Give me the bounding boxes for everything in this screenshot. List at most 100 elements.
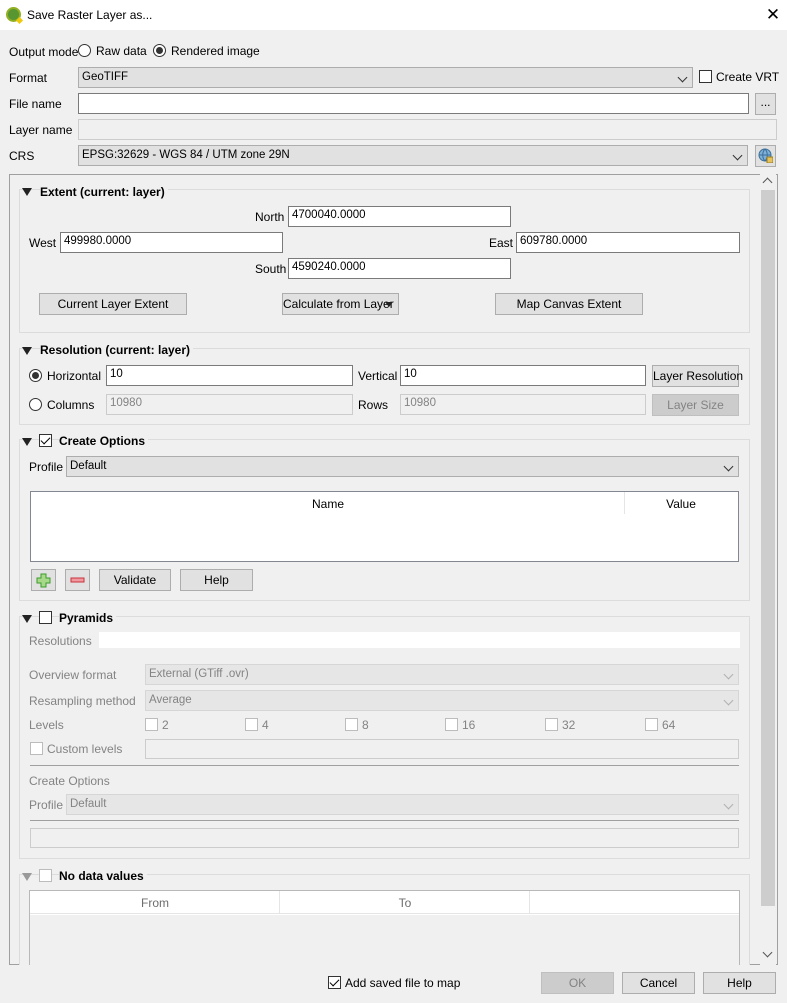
east-label: East bbox=[489, 236, 514, 250]
collapse-triangle-icon[interactable] bbox=[22, 873, 32, 881]
rows-input: 10980 bbox=[400, 394, 646, 415]
west-input[interactable]: 499980.0000 bbox=[60, 232, 283, 253]
crs-selector-button[interactable] bbox=[755, 145, 776, 167]
layer-resolution-button[interactable]: Layer Resolution bbox=[652, 365, 743, 387]
globe-icon bbox=[758, 148, 774, 164]
custom-levels-input bbox=[145, 739, 739, 759]
remove-option-button[interactable] bbox=[65, 569, 90, 591]
crs-select[interactable]: EPSG:32629 - WGS 84 / UTM zone 29N bbox=[78, 145, 748, 166]
browse-button[interactable]: ... bbox=[755, 93, 776, 115]
level-32-checkbox bbox=[545, 718, 558, 731]
layer-size-button: Layer Size bbox=[652, 394, 739, 416]
validate-button[interactable]: Validate bbox=[99, 569, 171, 591]
collapse-triangle-icon[interactable] bbox=[22, 615, 32, 623]
profile-select[interactable]: Default bbox=[66, 456, 739, 477]
horizontal-radio[interactable] bbox=[29, 369, 42, 382]
pyramids-profile-value: Default bbox=[70, 798, 107, 810]
rendered-image-radio[interactable] bbox=[153, 44, 166, 57]
pyramids-options-field bbox=[30, 828, 739, 848]
qgis-logo-icon bbox=[6, 7, 21, 22]
overview-format-label: Overview format bbox=[29, 668, 117, 682]
level-16-checkbox bbox=[445, 718, 458, 731]
map-canvas-extent-button[interactable]: Map Canvas Extent bbox=[495, 293, 643, 315]
plus-icon bbox=[36, 573, 51, 588]
pyramids-create-options-label: Create Options bbox=[29, 774, 110, 788]
west-label: West bbox=[29, 236, 57, 250]
column-divider bbox=[529, 891, 530, 914]
layer-name-label: Layer name bbox=[9, 123, 73, 137]
format-value: GeoTIFF bbox=[82, 71, 129, 83]
extent-group-title: Extent (current: layer) bbox=[40, 185, 168, 199]
column-header-value[interactable]: Value bbox=[625, 497, 737, 511]
raw-data-label: Raw data bbox=[96, 44, 147, 58]
collapse-triangle-icon[interactable] bbox=[22, 438, 32, 446]
overview-format-select: External (GTiff .ovr) bbox=[145, 664, 739, 685]
level-64-label: 64 bbox=[662, 718, 676, 732]
separator bbox=[30, 765, 739, 766]
south-input[interactable]: 4590240.0000 bbox=[288, 258, 511, 279]
resolutions-label: Resolutions bbox=[29, 634, 92, 648]
rendered-image-label: Rendered image bbox=[171, 44, 260, 58]
level-16-label: 16 bbox=[462, 718, 476, 732]
no-data-checkbox[interactable] bbox=[39, 869, 52, 882]
output-mode-label: Output mode bbox=[9, 45, 79, 59]
column-header-name[interactable]: Name bbox=[31, 497, 625, 511]
add-to-map-checkbox[interactable] bbox=[328, 976, 341, 989]
pyramids-profile-select: Default bbox=[66, 794, 739, 815]
add-option-button[interactable] bbox=[31, 569, 56, 591]
crs-label: CRS bbox=[9, 149, 35, 163]
columns-radio[interactable] bbox=[29, 398, 42, 411]
vertical-input[interactable]: 10 bbox=[400, 365, 646, 386]
level-64-checkbox bbox=[645, 718, 658, 731]
resampling-method-label: Resampling method bbox=[29, 694, 136, 708]
add-to-map-label: Add saved file to map bbox=[345, 976, 461, 990]
ok-button: OK bbox=[541, 972, 614, 994]
file-name-label: File name bbox=[9, 97, 62, 111]
separator bbox=[30, 820, 739, 821]
create-vrt-checkbox[interactable] bbox=[699, 70, 712, 83]
north-label: North bbox=[255, 210, 285, 224]
levels-label: Levels bbox=[29, 718, 64, 732]
format-select[interactable]: GeoTIFF bbox=[78, 67, 693, 88]
file-name-input[interactable] bbox=[78, 93, 749, 114]
collapse-triangle-icon[interactable] bbox=[22, 188, 32, 196]
columns-label: Columns bbox=[47, 398, 95, 412]
create-options-title: Create Options bbox=[59, 434, 149, 448]
raw-data-radio[interactable] bbox=[78, 44, 91, 57]
pyramids-group bbox=[19, 616, 750, 859]
east-input[interactable]: 609780.0000 bbox=[516, 232, 740, 253]
level-32-label: 32 bbox=[562, 718, 576, 732]
custom-levels-checkbox bbox=[30, 742, 43, 755]
pyramids-checkbox[interactable] bbox=[39, 611, 52, 624]
create-options-help-button[interactable]: Help bbox=[180, 569, 253, 591]
resolution-group-title: Resolution (current: layer) bbox=[40, 343, 194, 357]
pyramids-title: Pyramids bbox=[59, 611, 117, 625]
column-header-from: From bbox=[141, 896, 169, 910]
scrollbar-thumb[interactable] bbox=[761, 190, 775, 906]
level-8-checkbox bbox=[345, 718, 358, 731]
horizontal-label: Horizontal bbox=[47, 369, 102, 383]
chevron-down-icon bbox=[723, 799, 734, 810]
chevron-down-icon bbox=[732, 150, 743, 161]
current-layer-extent-button[interactable]: Current Layer Extent bbox=[39, 293, 187, 315]
layer-name-input bbox=[78, 119, 777, 140]
no-data-table-body bbox=[30, 915, 739, 965]
create-vrt-label: Create VRT bbox=[716, 70, 780, 84]
horizontal-input[interactable]: 10 bbox=[106, 365, 353, 386]
resampling-method-value: Average bbox=[149, 694, 192, 706]
north-input[interactable]: 4700040.0000 bbox=[288, 206, 511, 227]
close-icon[interactable]: ✕ bbox=[764, 5, 782, 25]
create-options-checkbox[interactable] bbox=[39, 434, 52, 447]
collapse-triangle-icon[interactable] bbox=[22, 347, 32, 355]
resolutions-field bbox=[99, 632, 740, 648]
profile-value: Default bbox=[70, 460, 107, 472]
level-2-checkbox bbox=[145, 718, 158, 731]
cancel-button[interactable]: Cancel bbox=[622, 972, 695, 994]
calculate-from-layer-button[interactable]: Calculate from Layer bbox=[282, 293, 399, 315]
crs-value: EPSG:32629 - WGS 84 / UTM zone 29N bbox=[82, 149, 290, 161]
pyramids-profile-label: Profile bbox=[29, 798, 64, 812]
resampling-method-select: Average bbox=[145, 690, 739, 711]
chevron-down-icon bbox=[723, 669, 734, 680]
chevron-down-icon bbox=[677, 72, 688, 83]
help-button[interactable]: Help bbox=[703, 972, 776, 994]
